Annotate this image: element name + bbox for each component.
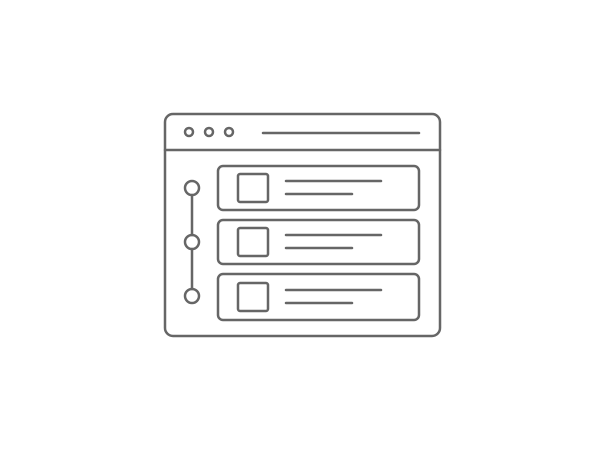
timeline-node [183, 233, 201, 251]
thumbnail-icon [236, 226, 270, 258]
list-item-card [216, 164, 421, 212]
list-item [216, 218, 421, 266]
timeline-node [183, 179, 201, 197]
thumbnail-icon [236, 281, 270, 313]
thumbnail-icon [236, 172, 270, 204]
window-control-dot [183, 126, 195, 138]
list-item-card [216, 218, 421, 266]
window-control-dot [223, 126, 235, 138]
timeline-node [183, 287, 201, 305]
list-item [216, 164, 421, 212]
window-control-dot [203, 126, 215, 138]
list-item-card [216, 272, 421, 322]
list-item [216, 272, 421, 322]
timeline-list-window-icon [163, 112, 442, 338]
